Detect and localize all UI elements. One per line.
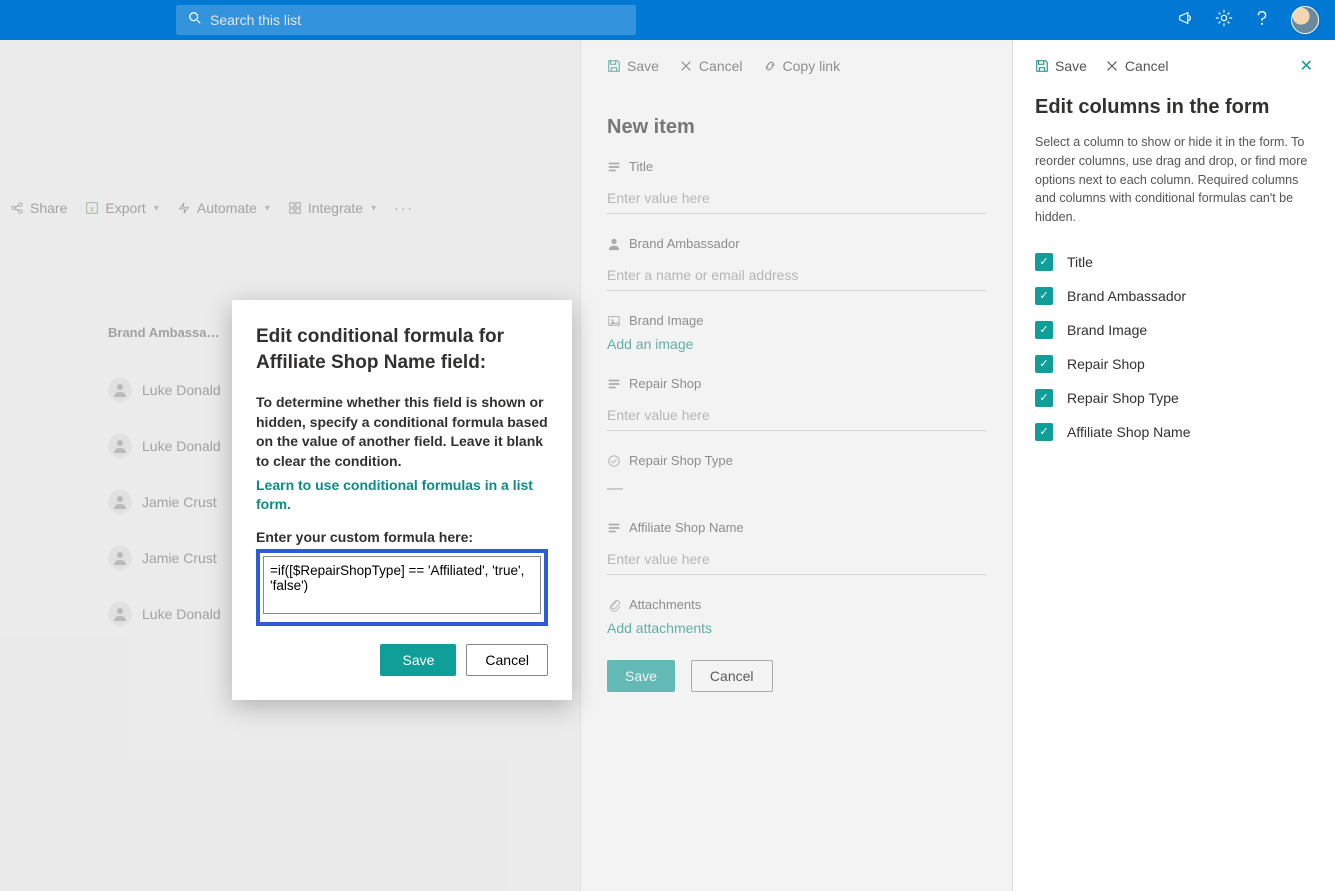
edit-columns-panel: Save Cancel ✕ Edit columns in the form S… xyxy=(1012,40,1335,891)
col-row-affiliate-shop-name[interactable]: ✓ Affiliate Shop Name xyxy=(1035,415,1313,449)
checkbox-checked-icon[interactable]: ✓ xyxy=(1035,287,1053,305)
col-row-brand-ambassador[interactable]: ✓ Brand Ambassador xyxy=(1035,279,1313,313)
cols-toolbar: Save Cancel ✕ xyxy=(1035,56,1313,76)
col-label: Title xyxy=(1067,254,1093,270)
checkbox-checked-icon[interactable]: ✓ xyxy=(1035,321,1053,339)
gear-icon[interactable] xyxy=(1215,9,1233,32)
formula-label: Enter your custom formula here: xyxy=(256,529,548,545)
topbar-right xyxy=(1177,6,1319,34)
cols-save-label: Save xyxy=(1055,58,1087,74)
conditional-formula-dialog: Edit conditional formula for Affiliate S… xyxy=(232,300,572,700)
help-icon[interactable] xyxy=(1253,9,1271,32)
search-icon xyxy=(188,11,202,30)
col-row-repair-shop[interactable]: ✓ Repair Shop xyxy=(1035,347,1313,381)
modal-desc: To determine whether this field is shown… xyxy=(256,393,548,471)
megaphone-icon[interactable] xyxy=(1177,9,1195,32)
learn-link[interactable]: Learn to use conditional formulas in a l… xyxy=(256,477,533,513)
col-label: Brand Ambassador xyxy=(1067,288,1186,304)
cols-cancel-button[interactable]: Cancel xyxy=(1105,58,1169,74)
modal-buttons: Save Cancel xyxy=(256,644,548,676)
modal-cancel-button[interactable]: Cancel xyxy=(466,644,548,676)
avatar[interactable] xyxy=(1291,6,1319,34)
formula-textarea[interactable] xyxy=(263,556,541,614)
cols-desc: Select a column to show or hide it in th… xyxy=(1035,133,1313,227)
new-item-panel: Save Cancel Copy link New item Title Bra… xyxy=(580,40,1012,891)
close-icon[interactable]: ✕ xyxy=(1300,56,1313,76)
col-row-title[interactable]: ✓ Title xyxy=(1035,245,1313,279)
workspace: Share x Export Automate Integrate ··· Br… xyxy=(0,40,1335,891)
cols-cancel-label: Cancel xyxy=(1125,58,1169,74)
col-label: Repair Shop xyxy=(1067,356,1145,372)
checkbox-checked-icon[interactable]: ✓ xyxy=(1035,253,1053,271)
col-row-repair-shop-type[interactable]: ✓ Repair Shop Type xyxy=(1035,381,1313,415)
cols-heading: Edit columns in the form xyxy=(1035,96,1313,119)
checkbox-checked-icon[interactable]: ✓ xyxy=(1035,423,1053,441)
col-label: Affiliate Shop Name xyxy=(1067,424,1190,440)
col-label: Repair Shop Type xyxy=(1067,390,1179,406)
col-row-brand-image[interactable]: ✓ Brand Image xyxy=(1035,313,1313,347)
modal-title: Edit conditional formula for Affiliate S… xyxy=(256,324,548,375)
col-label: Brand Image xyxy=(1067,322,1147,338)
modal-save-button[interactable]: Save xyxy=(380,644,456,676)
search-box[interactable] xyxy=(176,5,636,35)
checkbox-checked-icon[interactable]: ✓ xyxy=(1035,389,1053,407)
cols-save-button[interactable]: Save xyxy=(1035,58,1087,74)
checkbox-checked-icon[interactable]: ✓ xyxy=(1035,355,1053,373)
panel-dim-overlay xyxy=(581,40,1012,891)
formula-highlight xyxy=(256,549,548,626)
app-topbar xyxy=(0,0,1335,40)
search-input[interactable] xyxy=(210,12,624,28)
